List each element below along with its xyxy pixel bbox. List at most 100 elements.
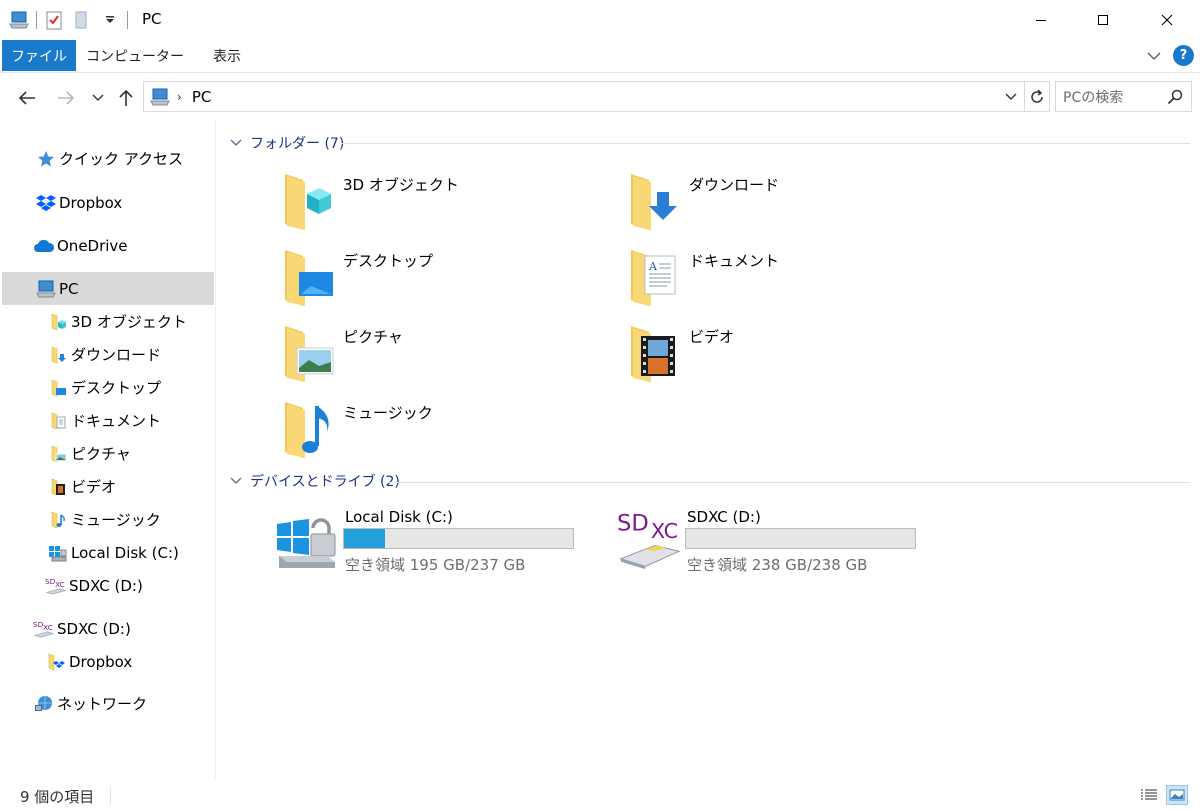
tab-view[interactable]: 表示 <box>196 40 258 71</box>
address-bar[interactable]: › PC <box>143 81 1025 112</box>
svg-text:XC: XC <box>55 579 65 588</box>
folder-3d-icon <box>47 311 69 333</box>
pc-icon <box>149 86 171 108</box>
help-button[interactable]: ? <box>1173 45 1194 66</box>
drive-item-local-disk[interactable]: Local Disk (C:) 空き領域 195 GB/237 GB <box>275 506 605 576</box>
group-header-label: デバイスとドライブ (2) <box>250 474 400 490</box>
folder-label: デスクトップ <box>343 252 434 270</box>
folder-item-videos[interactable]: ビデオ <box>627 320 957 390</box>
folder-item-3d-objects[interactable]: 3D オブジェクト <box>281 168 611 238</box>
address-history-chevron-icon[interactable] <box>1002 87 1020 107</box>
sidebar-item-sdxc[interactable]: SD XC SDXC (D:) <box>2 612 214 645</box>
ribbon-tabs: ファイル コンピューター 表示 ? <box>0 40 1200 73</box>
customize-toolbar-chevron-icon[interactable] <box>99 9 121 31</box>
sidebar-item-documents[interactable]: ドキュメント <box>2 404 214 437</box>
folder-pictures-icon <box>47 443 69 465</box>
tab-file[interactable]: ファイル <box>2 40 76 71</box>
sidebar-item-label: ドキュメント <box>71 412 162 430</box>
folder-pictures-icon <box>285 326 334 382</box>
sidebar-item-downloads[interactable]: ダウンロード <box>2 338 214 371</box>
breadcrumb-separator-icon[interactable]: › <box>177 90 182 104</box>
sdxc-drive-icon: SD XC <box>617 511 681 570</box>
sidebar-item-local-disk[interactable]: Local Disk (C:) <box>2 536 214 569</box>
expand-ribbon-chevron-icon[interactable] <box>1144 46 1164 66</box>
folder-label: 3D オブジェクト <box>343 176 459 194</box>
folder-item-music[interactable]: ミュージック <box>281 396 611 466</box>
close-button[interactable] <box>1144 0 1190 40</box>
sidebar-item-label: デスクトップ <box>71 379 162 397</box>
folder-label: ダウンロード <box>689 176 780 194</box>
sidebar-item-network[interactable]: ネットワーク <box>2 687 214 720</box>
dropbox-folder-icon <box>45 651 67 673</box>
svg-text:SD: SD <box>45 577 56 586</box>
folder-download-icon <box>631 174 677 230</box>
folder-item-documents[interactable]: A ドキュメント <box>627 244 957 314</box>
folder-desktop-icon <box>285 250 333 306</box>
navigation-bar: › PC PCの検索 <box>0 73 1200 121</box>
sidebar-item-3d-objects[interactable]: 3D オブジェクト <box>2 305 214 338</box>
sidebar-item-music[interactable]: ミュージック <box>2 503 214 536</box>
sidebar-item-label: ピクチャ <box>71 445 131 463</box>
folder-documents-icon: A <box>631 250 676 306</box>
properties-icon[interactable] <box>43 9 65 31</box>
search-icon[interactable] <box>1163 85 1187 109</box>
sidebar-item-label: SDXC (D:) <box>69 576 143 595</box>
sidebar-item-pictures[interactable]: ピクチャ <box>2 437 214 470</box>
large-icons-view-button[interactable] <box>1166 785 1188 805</box>
onedrive-cloud-icon <box>33 235 55 257</box>
sidebar-item-label: 3D オブジェクト <box>71 313 187 331</box>
sidebar-item-onedrive[interactable]: OneDrive <box>2 229 214 262</box>
svg-text:A: A <box>648 260 658 273</box>
folder-desktop-icon <box>47 377 69 399</box>
sidebar-item-sdxc-under-pc[interactable]: SD XC SDXC (D:) <box>2 569 214 602</box>
group-header-devices[interactable]: デバイスとドライブ (2) <box>229 470 400 492</box>
file-view: フォルダー (7) 3D オブジェクト ダウンロード デスクトップ A ドキュメ… <box>217 121 1200 779</box>
status-bar: 9 個の項目 <box>0 779 1200 811</box>
group-header-folders[interactable]: フォルダー (7) <box>229 132 344 154</box>
drive-usage-bar <box>343 528 574 549</box>
folder-videos-icon <box>631 326 675 382</box>
sidebar-item-label: Dropbox <box>59 193 123 212</box>
maximize-button[interactable] <box>1080 0 1126 40</box>
minimize-button[interactable] <box>1018 0 1064 40</box>
collapse-chevron-icon[interactable] <box>229 136 243 150</box>
sidebar-item-label: Local Disk (C:) <box>71 543 179 562</box>
status-divider <box>110 787 111 804</box>
sidebar-item-label: SDXC (D:) <box>57 619 131 638</box>
search-box[interactable]: PCの検索 <box>1055 81 1192 112</box>
folder-music-icon <box>285 402 329 458</box>
sd-logo-text: SD <box>617 511 649 537</box>
new-folder-icon[interactable] <box>71 9 93 31</box>
sidebar-item-pc[interactable]: PC <box>2 272 214 305</box>
sidebar-item-desktop[interactable]: デスクトップ <box>2 371 214 404</box>
drive-usage-fill <box>344 529 385 548</box>
folder-item-desktop[interactable]: デスクトップ <box>281 244 611 314</box>
navigation-pane: クイック アクセス Dropbox OneDrive PC 3D オブジェクト … <box>0 121 216 779</box>
back-button[interactable] <box>15 86 39 110</box>
sidebar-item-quick-access[interactable]: クイック アクセス <box>2 142 214 175</box>
folder-item-downloads[interactable]: ダウンロード <box>627 168 957 238</box>
sidebar-item-label: OneDrive <box>57 236 128 255</box>
drive-free-space: 空き領域 195 GB/237 GB <box>345 556 526 574</box>
details-view-button[interactable] <box>1138 785 1160 805</box>
folder-label: ピクチャ <box>343 328 403 346</box>
group-divider <box>389 482 1190 483</box>
drive-item-sdxc[interactable]: SD XC SDXC (D:) 空き領域 238 GB/238 GB <box>617 506 947 576</box>
breadcrumb[interactable]: PC <box>192 88 212 106</box>
forward-button[interactable] <box>54 86 78 110</box>
sidebar-item-dropbox[interactable]: Dropbox <box>2 186 214 219</box>
sidebar-item-dropbox-folder[interactable]: Dropbox <box>2 645 214 678</box>
toolbar-divider <box>127 11 128 29</box>
refresh-button[interactable] <box>1025 81 1050 112</box>
tab-computer[interactable]: コンピューター <box>82 40 188 71</box>
search-input[interactable]: PCの検索 <box>1063 87 1163 107</box>
drive-label: SDXC (D:) <box>687 508 761 526</box>
pc-icon[interactable] <box>8 9 30 31</box>
up-button[interactable] <box>114 86 138 110</box>
folder-label: ミュージック <box>343 404 433 422</box>
sidebar-item-videos[interactable]: ビデオ <box>2 470 214 503</box>
item-count: 9 個の項目 <box>20 788 95 806</box>
recent-locations-chevron-icon[interactable] <box>86 86 110 110</box>
folder-item-pictures[interactable]: ピクチャ <box>281 320 611 390</box>
collapse-chevron-icon[interactable] <box>229 474 243 488</box>
